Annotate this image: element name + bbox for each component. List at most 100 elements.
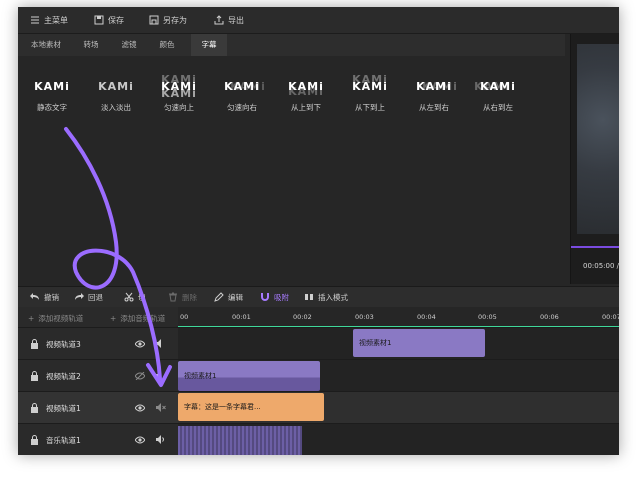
effect-label: 匀速向右: [227, 103, 257, 112]
cut-label: 切: [138, 292, 146, 302]
eye-icon[interactable]: [135, 436, 145, 444]
tab-colors[interactable]: 颜色: [152, 34, 182, 56]
track-lane-music1[interactable]: [178, 424, 619, 455]
cut-button[interactable]: 切: [124, 291, 146, 303]
effect-label: 静态文字: [37, 103, 67, 112]
effect-preview: KAMi: [224, 79, 260, 93]
track-lane-video3[interactable]: 视频素材1: [178, 328, 619, 360]
effect-top-to-bottom[interactable]: KAMi 从上到下: [276, 74, 336, 116]
eye-icon[interactable]: [135, 404, 145, 412]
timeline-toolbar: 撤销 回退 切 删除 编辑 吸附 插入模式: [18, 286, 619, 307]
lock-icon[interactable]: [30, 403, 39, 413]
eye-icon[interactable]: [135, 340, 145, 348]
effect-right-to-left[interactable]: KAMi 从右到左: [468, 74, 528, 116]
effect-scroll-right[interactable]: KAMi 匀速向右: [212, 74, 272, 116]
undo-button[interactable]: 撤销: [30, 291, 59, 303]
add-video-track-button[interactable]: + 添加视频轨道: [28, 312, 83, 324]
insert-mode-icon: [305, 294, 313, 300]
effect-label: 淡入淡出: [101, 103, 131, 112]
preview-progress-bar[interactable]: [571, 246, 619, 248]
save-as-label: 另存为: [163, 15, 187, 25]
track-name: 视频轨道1: [46, 404, 81, 413]
preview-video: [577, 44, 619, 234]
lock-icon[interactable]: [30, 435, 39, 445]
trash-icon: [169, 292, 177, 302]
ruler-label: 00:02: [293, 313, 312, 321]
save-button[interactable]: 保存: [94, 14, 124, 26]
undo-label: 撤销: [44, 292, 59, 302]
insert-mode-label: 插入模式: [318, 292, 348, 302]
speaker-icon[interactable]: [156, 435, 166, 444]
effect-label: 从上到下: [291, 103, 321, 112]
delete-button[interactable]: 删除: [168, 291, 197, 303]
ruler-label: 00:01: [232, 313, 251, 321]
lock-icon[interactable]: [30, 339, 39, 349]
preview-panel: 00:05:00 /: [570, 34, 619, 284]
effect-preview: KAMi: [416, 79, 452, 93]
tab-filters[interactable]: 滤镜: [114, 34, 144, 56]
undo-icon: [30, 293, 39, 300]
effect-fade-in-out[interactable]: KAMi 淡入淡出: [86, 74, 146, 116]
effect-preview: KAMi: [288, 79, 324, 93]
track-lane-video1[interactable]: 字幕：这是一条字幕君...: [178, 392, 619, 424]
track-name: 视频轨道3: [46, 340, 81, 349]
track-header-video2: 视频轨道2: [18, 360, 178, 392]
effect-static-text[interactable]: KAMi 静态文字: [22, 74, 82, 116]
time-ruler[interactable]: 00 00:01 00:02 00:03 00:04 00:05 00:06 0…: [178, 307, 619, 328]
save-icon: [94, 15, 104, 25]
speaker-icon[interactable]: [156, 339, 166, 348]
track-header-video3: 视频轨道3: [18, 328, 178, 360]
library-tabs: 本地素材 转场 滤镜 颜色 字幕: [18, 34, 565, 56]
add-audio-track-button[interactable]: + 添加音频轨道: [110, 312, 165, 324]
export-icon: [214, 15, 224, 25]
insert-mode-button[interactable]: 插入模式: [304, 291, 348, 303]
effect-scroll-up[interactable]: KAMi 匀速向上: [149, 74, 209, 116]
menu-bar: 主菜单 保存 另存为 导出: [18, 7, 619, 34]
track-header-music1: 音乐轨道1: [18, 424, 178, 455]
redo-button[interactable]: 回退: [74, 291, 103, 303]
ruler-label: 00:03: [355, 313, 374, 321]
lock-icon[interactable]: [30, 371, 39, 381]
add-track-row: + 添加视频轨道 + 添加音频轨道: [18, 307, 178, 328]
edit-label: 编辑: [228, 292, 243, 302]
redo-icon: [75, 293, 84, 300]
speaker-muted-icon[interactable]: [156, 403, 166, 412]
effect-preview: KAMi: [480, 79, 516, 93]
effect-bottom-to-top[interactable]: KAMi 从下到上: [340, 74, 400, 116]
subtitle-clip[interactable]: 字幕：这是一条字幕君...: [178, 393, 324, 421]
hamburger-icon: [31, 16, 39, 24]
add-video-track-label: 添加视频轨道: [38, 313, 84, 323]
effect-label: 从左到右: [419, 103, 449, 112]
track-header-video1: 视频轨道1: [18, 392, 178, 424]
app-window: 主菜单 保存 另存为 导出 本地素材 转场 滤镜 颜色 字幕 KAMi 静态文字…: [18, 7, 619, 455]
video-clip[interactable]: 视频素材1: [178, 361, 320, 391]
snap-toggle[interactable]: 吸附: [260, 291, 289, 303]
effect-preview: KAMi: [161, 79, 197, 93]
export-button[interactable]: 导出: [214, 14, 244, 26]
video-clip[interactable]: 视频素材1: [353, 329, 485, 357]
save-as-button[interactable]: 另存为: [149, 14, 187, 26]
magnet-icon: [261, 293, 269, 301]
effect-label: 从右到左: [483, 103, 513, 112]
ruler-label: 00:07: [602, 313, 619, 321]
speaker-icon[interactable]: [156, 371, 166, 380]
effect-left-to-right[interactable]: KAMi 从左到右: [404, 74, 464, 116]
audio-clip-waveform[interactable]: [178, 426, 302, 455]
tab-local-media[interactable]: 本地素材: [24, 34, 68, 56]
delete-label: 删除: [182, 292, 197, 302]
eye-hidden-icon[interactable]: [135, 372, 145, 380]
plus-icon: +: [110, 313, 117, 323]
export-label: 导出: [228, 15, 244, 25]
scissors-icon: [124, 292, 134, 302]
save-label: 保存: [108, 15, 124, 25]
preview-timecode: 00:05:00 /: [583, 262, 619, 270]
tab-transitions[interactable]: 转场: [76, 34, 106, 56]
main-menu-button[interactable]: 主菜单: [30, 14, 68, 26]
ruler-label: 00:05: [478, 313, 497, 321]
ruler-label: 00:06: [540, 313, 559, 321]
edit-button[interactable]: 编辑: [214, 291, 243, 303]
effect-preview: KAMi: [98, 79, 134, 93]
tab-subtitles[interactable]: 字幕: [191, 34, 227, 56]
plus-icon: +: [28, 313, 35, 323]
track-lane-video2[interactable]: 视频素材1: [178, 360, 619, 392]
